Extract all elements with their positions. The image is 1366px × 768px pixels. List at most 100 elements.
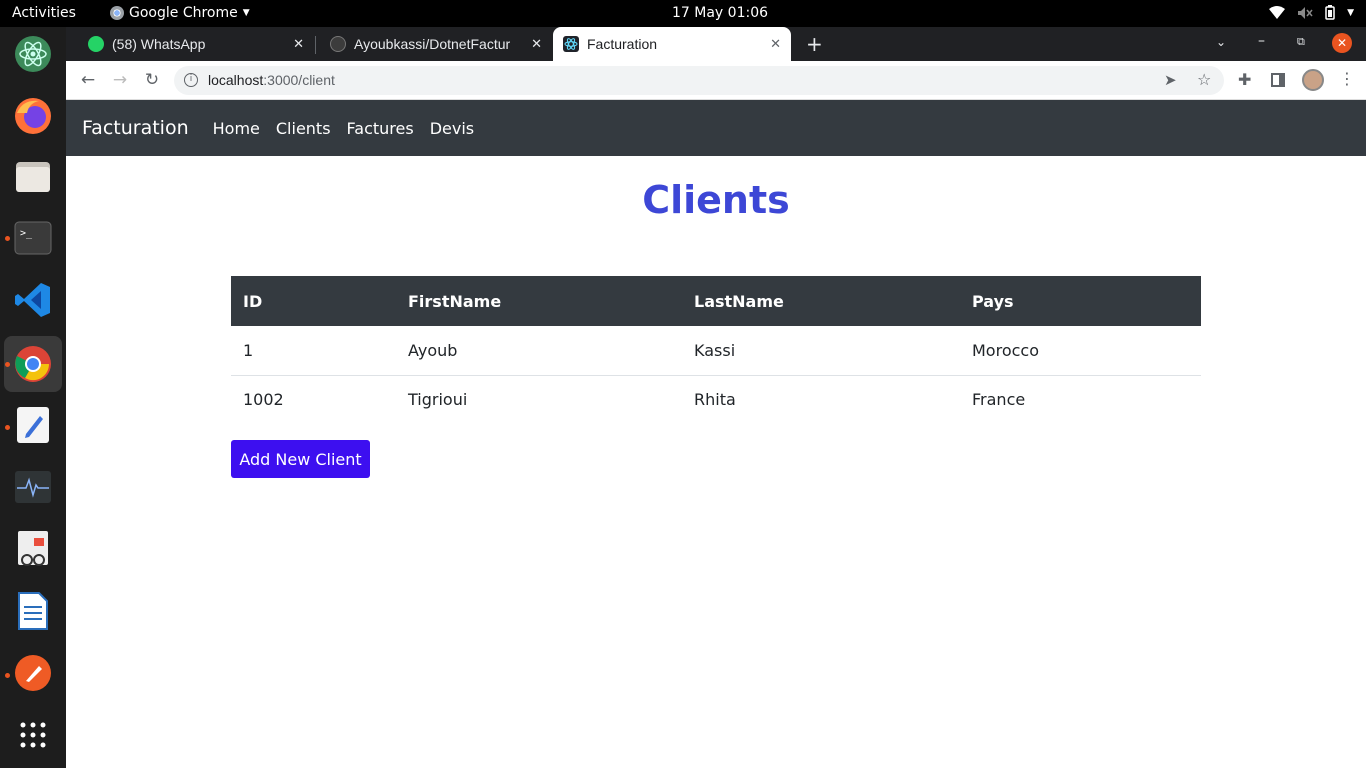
dock-chrome[interactable]: [4, 336, 62, 392]
github-icon: [330, 36, 346, 52]
restore-button[interactable]: ⧉: [1297, 35, 1305, 49]
browser-toolbar: ← → ↻ i localhost:3000/client ➤ ☆ ✚ ⋮: [66, 61, 1366, 100]
text-editor-icon: [17, 407, 49, 443]
column-header-pays: Pays: [972, 291, 1014, 311]
cell-firstname: Ayoub: [396, 326, 682, 376]
close-window-button[interactable]: ✕: [1332, 33, 1352, 53]
url-path: :3000/client: [263, 72, 335, 88]
system-top-bar: Activities Google Chrome ▼ 17 May 01:06 …: [0, 0, 1366, 27]
chevron-down-icon: ▼: [1347, 7, 1354, 18]
forward-button[interactable]: →: [109, 69, 131, 91]
wifi-icon: [1269, 5, 1286, 19]
app-navbar: Facturation Home Clients Factures Devis: [66, 100, 1366, 156]
cell-firstname: Tigrioui: [408, 390, 468, 410]
table-row: 1 Ayoub Kassi Morocco: [231, 326, 1201, 376]
bookmark-star-icon[interactable]: ☆: [1197, 70, 1211, 89]
tab-github[interactable]: Ayoubkassi/DotnetFactur ✕: [316, 27, 552, 61]
tab-whatsapp[interactable]: (58) WhatsApp ✕: [74, 27, 314, 61]
atom-icon: [15, 36, 51, 72]
react-icon: [563, 36, 579, 52]
column-header-firstname: FirstName: [408, 291, 502, 311]
tab-strip: (58) WhatsApp ✕ Ayoubkassi/DotnetFactur …: [66, 27, 1366, 61]
clients-table: ID FirstName LastName Pays 1 Ayoub Kassi…: [231, 276, 1201, 424]
cell-id: 1002: [243, 390, 284, 410]
url-text[interactable]: localhost:3000/client: [208, 72, 335, 88]
running-indicator: [5, 425, 10, 430]
app-menu[interactable]: Google Chrome ▼: [110, 5, 250, 21]
vscode-icon: [15, 283, 50, 317]
running-indicator: [5, 362, 10, 367]
document-viewer-icon: [18, 531, 48, 566]
nav-link-factures[interactable]: Factures: [347, 119, 414, 138]
menu-icon[interactable]: ⋮: [1339, 69, 1355, 88]
side-panel-icon[interactable]: [1271, 73, 1285, 87]
svg-text:>_: >_: [20, 228, 33, 239]
table-row: 1002 Tigrioui Rhita France: [231, 375, 1201, 424]
tab-title: Ayoubkassi/DotnetFactur: [354, 36, 511, 52]
cell-pays: Morocco: [960, 326, 1201, 376]
dock-system-monitor[interactable]: [13, 467, 53, 507]
nav-link-home[interactable]: Home: [213, 119, 260, 138]
url-host: localhost: [208, 72, 264, 88]
cell-id: 1: [231, 326, 396, 376]
table-header-row: ID FirstName LastName Pays: [231, 276, 1201, 326]
avatar[interactable]: [1302, 69, 1324, 91]
dock-document-viewer[interactable]: [13, 529, 53, 569]
dock: >_: [0, 27, 66, 768]
minimize-button[interactable]: –: [1258, 33, 1265, 49]
system-tray[interactable]: ▼: [1269, 5, 1354, 20]
tab-title: (58) WhatsApp: [112, 36, 206, 52]
back-button[interactable]: ←: [77, 69, 99, 91]
dock-terminal[interactable]: >_: [13, 218, 53, 258]
navbar-brand[interactable]: Facturation: [82, 117, 189, 139]
cell-lastname: Rhita: [694, 390, 736, 410]
app-grid-icon: [20, 722, 46, 748]
chrome-icon: [110, 6, 124, 20]
terminal-icon: >_: [14, 221, 52, 255]
files-icon: [16, 162, 50, 192]
address-bar[interactable]: i localhost:3000/client ➤ ☆: [174, 66, 1224, 95]
close-icon[interactable]: ✕: [770, 36, 781, 52]
tab-search-button[interactable]: ⌄: [1216, 35, 1226, 49]
nav-link-clients[interactable]: Clients: [276, 119, 331, 138]
page-title: Clients: [642, 178, 790, 222]
show-applications-button[interactable]: [13, 715, 53, 755]
firefox-icon: [15, 98, 51, 134]
tab-title: Facturation: [587, 36, 658, 52]
running-indicator: [5, 236, 10, 241]
add-new-client-button[interactable]: Add New Client: [231, 440, 370, 478]
cell-pays: France: [972, 390, 1026, 410]
chrome-icon: [15, 346, 51, 382]
send-icon[interactable]: ➤: [1164, 71, 1177, 89]
whatsapp-icon: [88, 36, 104, 52]
dock-firefox[interactable]: [13, 95, 53, 135]
close-icon[interactable]: ✕: [293, 36, 304, 52]
extensions-icon[interactable]: ✚: [1238, 70, 1251, 89]
battery-icon: [1325, 5, 1335, 20]
running-indicator: [5, 673, 10, 678]
volume-muted-icon: [1298, 6, 1313, 19]
column-header-lastname: LastName: [694, 291, 784, 311]
app-menu-label: Google Chrome: [129, 5, 238, 21]
system-monitor-icon: [15, 471, 51, 503]
chevron-down-icon: ▼: [242, 8, 250, 18]
column-header-id: ID: [243, 291, 263, 311]
dock-files[interactable]: [13, 157, 53, 197]
info-icon[interactable]: i: [184, 73, 198, 87]
dock-libreoffice-writer[interactable]: [13, 591, 53, 631]
dock-vscode[interactable]: [13, 280, 53, 320]
writer-icon: [18, 592, 48, 630]
new-tab-button[interactable]: +: [806, 32, 823, 56]
postman-icon: [15, 655, 51, 691]
activities-button[interactable]: Activities: [12, 5, 76, 21]
reload-button[interactable]: ↻: [141, 69, 163, 91]
close-icon[interactable]: ✕: [531, 36, 542, 52]
dock-postman[interactable]: [13, 653, 53, 693]
dock-atom-app[interactable]: [13, 34, 53, 74]
dock-text-editor[interactable]: [13, 405, 53, 445]
cell-lastname: Kassi: [682, 326, 960, 376]
web-page: Facturation Home Clients Factures Devis …: [66, 100, 1366, 768]
tab-facturation[interactable]: Facturation ✕: [553, 27, 791, 61]
nav-link-devis[interactable]: Devis: [430, 119, 474, 138]
clock[interactable]: 17 May 01:06: [672, 5, 768, 21]
